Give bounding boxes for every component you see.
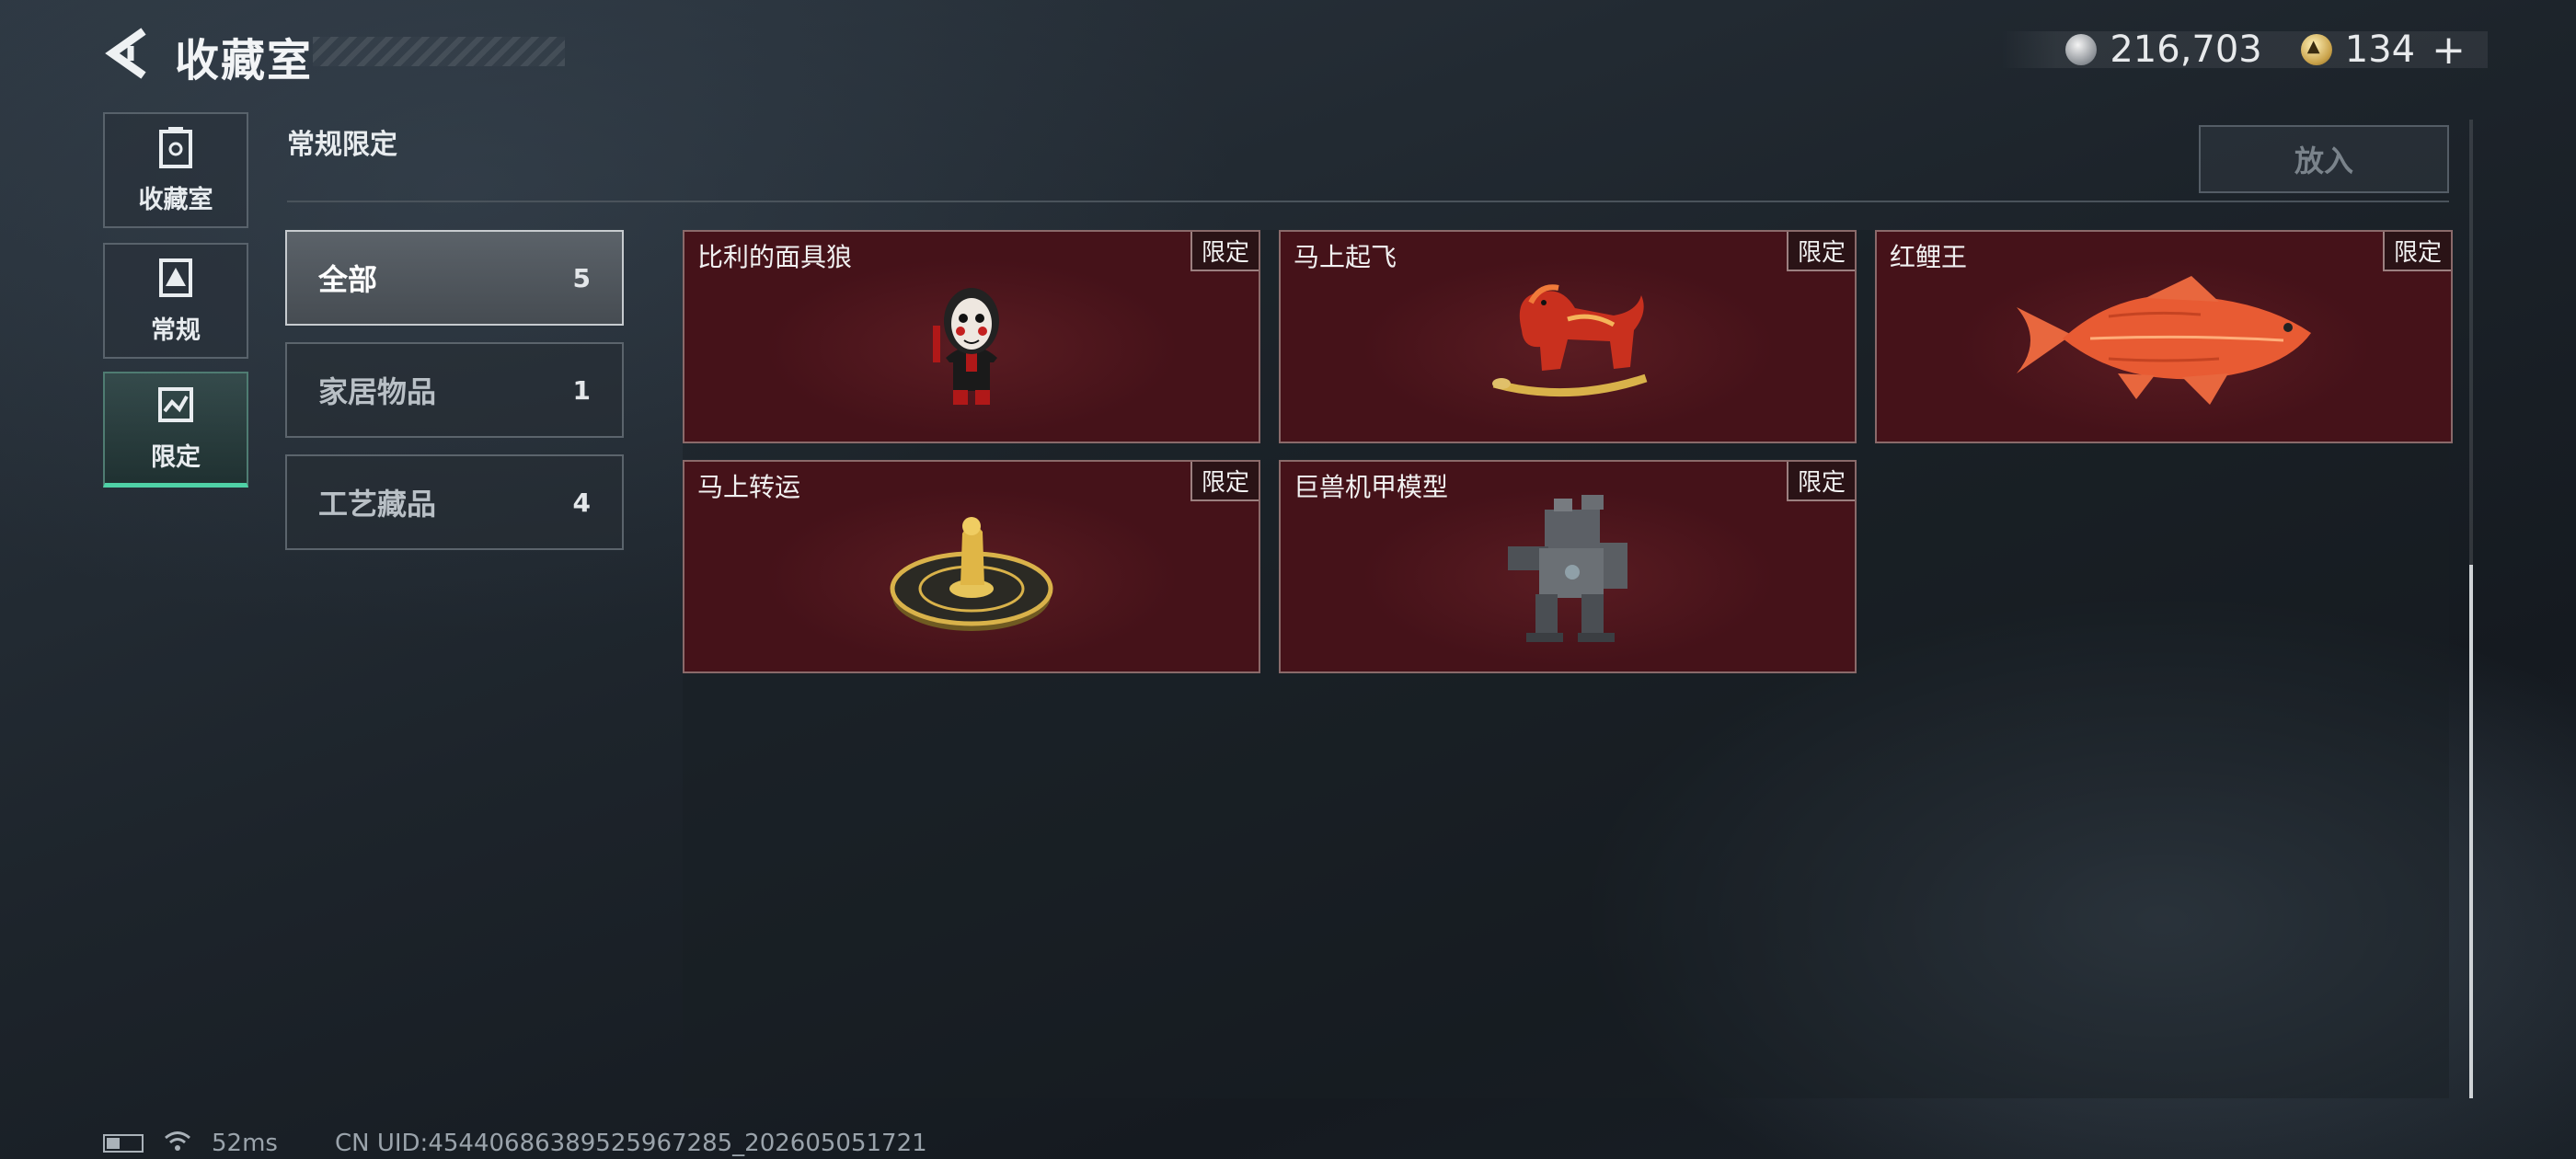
category-label: 全部 bbox=[318, 262, 378, 297]
rail-item-regular[interactable]: 常规 bbox=[103, 243, 248, 359]
category-count: 1 bbox=[572, 374, 591, 406]
ping-value: 52ms bbox=[212, 1130, 278, 1157]
user-uid: CN UID:45440686389525967285_202605051721 bbox=[334, 1130, 927, 1157]
item-card[interactable]: 比利的面具狼 限定 bbox=[683, 230, 1260, 443]
currency-bar: 216,703 134 + bbox=[2001, 27, 2488, 74]
limited-tag: 限定 bbox=[1786, 462, 1855, 501]
wifi-icon bbox=[164, 1130, 191, 1157]
category-all[interactable]: 全部 5 bbox=[285, 230, 624, 326]
item-card[interactable]: 马上起飞 限定 bbox=[1279, 230, 1857, 443]
limited-tag: 限定 bbox=[2382, 232, 2451, 271]
item-name: 巨兽机甲模型 bbox=[1294, 472, 1449, 502]
masked-puppet-figure-icon bbox=[926, 270, 1018, 412]
title-decoration bbox=[313, 37, 565, 66]
gold-coin-icon bbox=[2300, 34, 2332, 65]
item-card[interactable]: 红鲤王 限定 bbox=[1875, 230, 2453, 443]
top-bar: 收藏室 216,703 134 + bbox=[0, 0, 2576, 101]
back-arrow-icon[interactable] bbox=[103, 26, 158, 81]
divider bbox=[287, 201, 2449, 202]
rail-item-label: 限定 bbox=[151, 443, 201, 472]
status-bar: 52ms CN UID:45440686389525967285_2026050… bbox=[103, 1130, 927, 1157]
page-title: 收藏室 bbox=[175, 35, 314, 86]
silver-coin-icon bbox=[2065, 34, 2098, 65]
add-currency-button[interactable]: + bbox=[2432, 27, 2466, 74]
limited-tag: 限定 bbox=[1190, 462, 1259, 501]
category-count: 4 bbox=[572, 487, 591, 518]
rail-item-label: 常规 bbox=[151, 316, 201, 345]
gold-currency-value: 134 bbox=[2344, 29, 2416, 71]
red-rocking-horse-icon bbox=[1476, 275, 1660, 407]
item-card[interactable]: 巨兽机甲模型 限定 bbox=[1279, 460, 1857, 673]
battery-icon bbox=[103, 1134, 144, 1153]
category-label: 家居物品 bbox=[318, 374, 437, 409]
limited-tag: 限定 bbox=[1190, 232, 1259, 271]
item-name: 比利的面具狼 bbox=[697, 242, 853, 272]
red-carp-fish-icon bbox=[2007, 270, 2320, 412]
limited-tag: 限定 bbox=[1786, 232, 1855, 271]
document-triangle-icon bbox=[157, 257, 194, 303]
silver-currency-value: 216,703 bbox=[2110, 29, 2262, 71]
golden-fortune-wheel-icon bbox=[889, 500, 1054, 642]
category-crafts[interactable]: 工艺藏品 4 bbox=[285, 454, 624, 550]
category-home-items[interactable]: 家居物品 1 bbox=[285, 342, 624, 438]
limited-badge-icon bbox=[157, 384, 194, 430]
item-name: 马上转运 bbox=[697, 472, 801, 502]
category-count: 5 bbox=[572, 262, 591, 293]
item-card[interactable]: 马上转运 限定 bbox=[683, 460, 1260, 673]
section-title: 常规限定 bbox=[287, 129, 397, 161]
rail-item-limited[interactable]: 限定 bbox=[103, 372, 248, 488]
item-name: 马上起飞 bbox=[1294, 242, 1397, 272]
item-name: 红鲤王 bbox=[1890, 242, 1968, 272]
trash-bin-icon bbox=[157, 126, 194, 172]
put-in-button[interactable]: 放入 bbox=[2199, 125, 2449, 193]
mech-model-icon bbox=[1489, 491, 1646, 651]
category-label: 工艺藏品 bbox=[318, 487, 437, 522]
rail-item-label: 收藏室 bbox=[138, 185, 213, 214]
scrollbar-thumb[interactable] bbox=[2469, 565, 2473, 1098]
rail-item-collection[interactable]: 收藏室 bbox=[103, 112, 248, 228]
